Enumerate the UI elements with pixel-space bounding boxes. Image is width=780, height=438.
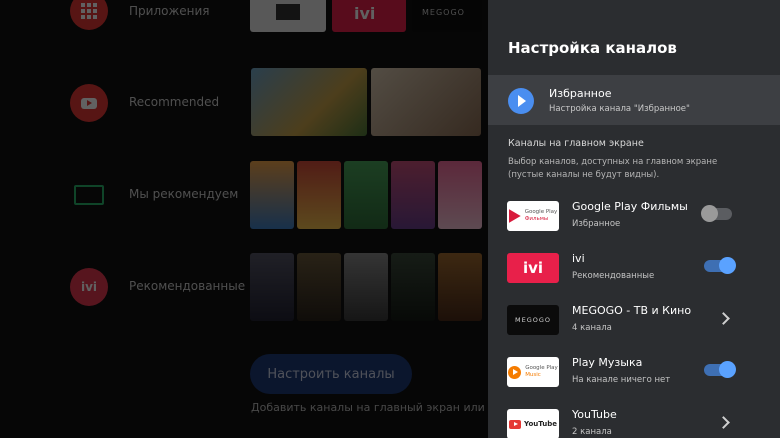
movie-poster[interactable] [391, 253, 435, 321]
channel-name: Play Музыка [572, 356, 643, 369]
channel-subtitle: Избранное [572, 219, 621, 229]
ivi-logo: ivi [507, 253, 559, 283]
customize-channels-button[interactable]: Настроить каналы [250, 354, 412, 394]
customize-hint: Добавить каналы на главный экран или уда [251, 401, 488, 414]
video-thumbnail[interactable] [251, 68, 367, 136]
channel-name: ivi [572, 252, 585, 265]
video-thumbnail[interactable] [371, 68, 481, 136]
logo-text: ivi [522, 259, 544, 277]
youtube-icon [70, 84, 108, 122]
app-tile-ivi[interactable]: ivi [332, 0, 406, 32]
chevron-right-icon[interactable] [717, 416, 730, 429]
channel-item-ivi[interactable]: ivi ivi Рекомендованные [488, 243, 780, 295]
channel-name: Google Play Фильмы [572, 200, 688, 213]
channel-name: MEGOGO - ТВ и Кино [572, 304, 692, 317]
apps-grid-icon [70, 0, 108, 30]
logo-text: Фильмы [524, 216, 549, 222]
logo-text: Google Play [524, 209, 558, 215]
chevron-right-icon[interactable] [717, 312, 730, 325]
section-description: Выбор каналов, доступных на главном экра… [508, 157, 718, 180]
movie-poster[interactable] [250, 253, 294, 321]
movie-poster[interactable] [344, 253, 388, 321]
logo-text: Google Play [525, 365, 558, 371]
app-tile-tv[interactable] [250, 0, 326, 32]
movie-poster[interactable] [250, 161, 294, 229]
play-icon [508, 88, 534, 114]
channel-toggle[interactable] [704, 257, 736, 274]
movie-poster[interactable] [391, 161, 435, 229]
megogo-icon [70, 176, 108, 214]
logo-text: YouTube [524, 420, 557, 428]
favorites-title: Избранное [549, 87, 612, 100]
channel-subtitle: На канале ничего нет [572, 375, 671, 385]
channel-name: YouTube [572, 408, 617, 421]
logo-text: MEGOGO [514, 316, 552, 324]
row-label-we-recommend: Мы рекомендуем [129, 187, 239, 201]
channel-subtitle: 2 канала [572, 427, 612, 437]
panel-title: Настройка каналов [508, 39, 677, 57]
row-label-apps: Приложения [129, 4, 210, 18]
channel-subtitle: Рекомендованные [572, 271, 655, 281]
youtube-logo: YouTube [507, 409, 559, 438]
channel-item-youtube[interactable]: YouTube YouTube 2 канала [488, 399, 780, 438]
channel-subtitle: 4 канала [572, 323, 612, 333]
ivi-icon: ivi [70, 268, 108, 306]
megogo-logo: MEGOGO [507, 305, 559, 335]
channel-settings-panel: Настройка каналов Избранное Настройка ка… [488, 0, 780, 438]
app-tile-megogo[interactable]: MEGOGO [412, 0, 482, 32]
row-label-recommended: Recommended [129, 95, 220, 109]
row-label-recommended-ru: Рекомендованные [129, 279, 246, 293]
channel-item-megogo[interactable]: MEGOGO MEGOGO - ТВ и Кино 4 канала [488, 295, 780, 347]
google-play-music-logo: Google Play Music [507, 357, 559, 387]
channel-toggle[interactable] [704, 361, 736, 378]
google-play-movies-logo: Google Play Фильмы [507, 201, 559, 231]
logo-text: Music [525, 372, 541, 378]
launcher-background: Приложения ivi MEGOGO Recommended Мы рек… [0, 0, 488, 438]
movie-poster[interactable] [344, 161, 388, 229]
movie-poster[interactable] [297, 253, 341, 321]
channel-item-play-music[interactable]: Google Play Music Play Музыка На канале … [488, 347, 780, 399]
channel-toggle[interactable] [701, 205, 732, 222]
channel-item-google-play-movies[interactable]: Google Play Фильмы Google Play Фильмы Из… [488, 191, 780, 243]
favorites-subtitle: Настройка канала "Избранное" [549, 104, 690, 114]
favorites-item[interactable]: Избранное Настройка канала "Избранное" [488, 75, 780, 125]
movie-poster[interactable] [297, 161, 341, 229]
movie-poster[interactable] [438, 161, 482, 229]
movie-poster[interactable] [438, 253, 482, 321]
section-title: Каналы на главном экране [508, 138, 644, 149]
